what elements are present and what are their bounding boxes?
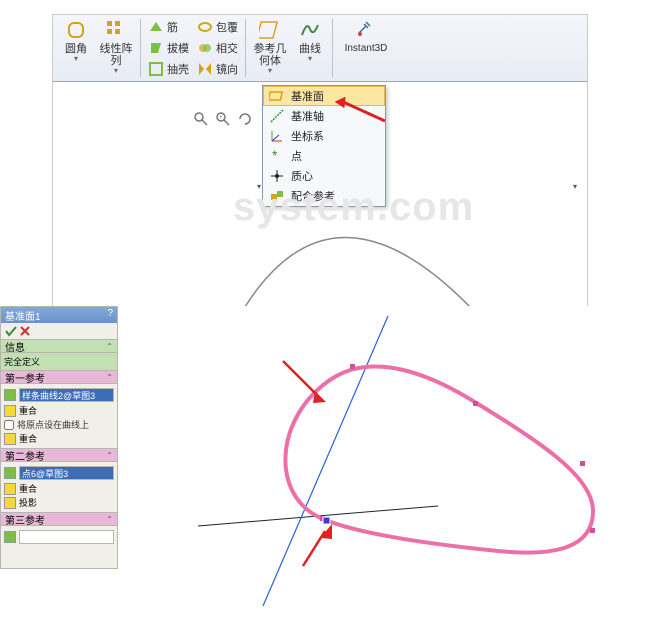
chevron-down-icon: ▾: [114, 66, 118, 75]
curves-button[interactable]: 曲线 ▾: [291, 17, 329, 63]
separator: [245, 19, 246, 77]
instant3d-label: Instant3D: [345, 43, 388, 55]
pm-ref2-body: 点6@草图3 重合 投影: [1, 462, 117, 512]
rib-label: 筋: [167, 19, 178, 35]
mirror-label: 镜向: [216, 61, 238, 77]
linear-pattern-button[interactable]: 线性阵 列 ▾: [95, 17, 137, 75]
linear-pattern-label: 线性阵 列: [100, 43, 133, 67]
watermark-text: system.com: [233, 185, 474, 230]
rib-icon: [148, 19, 164, 35]
check-label: 将原点设在曲线上: [17, 418, 89, 431]
ref-geometry-icon: [259, 19, 281, 41]
ref1-value: 样条曲线2@草图3: [22, 389, 95, 402]
wrap-label: 包覆: [216, 19, 238, 35]
ref2-value: 点6@草图3: [22, 467, 68, 480]
selection-cube-icon: [4, 389, 16, 401]
fillet-button[interactable]: 圆角 ▾: [57, 17, 95, 63]
instant3d-button[interactable]: Instant3D: [336, 17, 396, 55]
shell-label: 抽壳: [167, 61, 189, 77]
draft-icon: [148, 40, 164, 56]
intersect-icon: [197, 40, 213, 56]
graphics-area-bottom[interactable]: [118, 306, 650, 612]
ref3-field[interactable]: [19, 530, 114, 544]
selection-cube-icon: [4, 531, 16, 543]
shell-icon: [148, 61, 164, 77]
selection-cube-icon: [4, 467, 16, 479]
dd-label: 基准轴: [291, 108, 324, 124]
separator: [140, 19, 141, 77]
chevron-down-icon: ▾: [308, 54, 312, 63]
axis-icon: [269, 108, 285, 124]
pm-msg-text: 完全定义: [4, 357, 40, 367]
collapse-icon: ⌃: [106, 451, 113, 460]
pm-ref3-body: [1, 526, 117, 548]
ribbon-stack-2: 包覆 相交 镜向: [193, 17, 242, 79]
draft-button[interactable]: 拔模: [144, 38, 193, 58]
pm-head-label: 第三参考: [5, 512, 45, 527]
graphics-area-top[interactable]: system.com: [53, 135, 587, 306]
ref1-field[interactable]: 样条曲线2@草图3: [19, 388, 114, 402]
option-label: 投影: [19, 496, 37, 509]
rib-button[interactable]: 筋: [144, 17, 193, 37]
ribbon-stack-1: 筋 拔模 抽壳: [144, 17, 193, 79]
ref2-field[interactable]: 点6@草图3: [19, 466, 114, 480]
instant3d-icon: [355, 19, 377, 41]
sketch-svg: [118, 306, 650, 612]
mirror-button[interactable]: 镜向: [193, 59, 242, 79]
top-screenshot: 圆角 ▾ 线性阵 列 ▾ 筋 拔模 抽壳: [52, 14, 588, 307]
pm-ref1-head[interactable]: 第一参考 ⌃: [1, 370, 117, 384]
wrap-icon: [197, 19, 213, 35]
pm-msg-body: 完全定义: [1, 353, 117, 370]
option-icon[interactable]: [4, 497, 16, 509]
ref-geometry-button[interactable]: 参考几 何体 ▾: [249, 17, 291, 75]
ok-icon[interactable]: [5, 325, 17, 337]
property-manager: 基准面1 ? 信息 ⌃ 完全定义 第一参考 ⌃ 样条曲线2@草图3 重合 将原点…: [0, 306, 118, 569]
plane-icon: [269, 88, 285, 104]
separator: [332, 19, 333, 77]
construction-line: [263, 316, 388, 606]
option-icon[interactable]: [4, 483, 16, 495]
pm-head-label: 第一参考: [5, 370, 45, 385]
bottom-screenshot: 基准面1 ? 信息 ⌃ 完全定义 第一参考 ⌃ 样条曲线2@草图3 重合 将原点…: [0, 306, 650, 612]
callout-arrow-icon: [283, 361, 326, 403]
option-label: 重合: [19, 404, 37, 417]
option-label: 重合: [19, 482, 37, 495]
chevron-down-icon: ▾: [268, 66, 272, 75]
pm-head-label: 第二参考: [5, 448, 45, 463]
help-button[interactable]: ?: [107, 308, 113, 322]
fillet-icon: [65, 19, 87, 41]
ribbon-toolbar: 圆角 ▾ 线性阵 列 ▾ 筋 拔模 抽壳: [53, 15, 587, 82]
wrap-button[interactable]: 包覆: [193, 17, 242, 37]
linear-pattern-icon: [105, 19, 127, 41]
pm-ref2-head[interactable]: 第二参考 ⌃: [1, 448, 117, 462]
intersect-button[interactable]: 相交: [193, 38, 242, 58]
pm-ref1-body: 样条曲线2@草图3 重合 将原点设在曲线上 重合: [1, 384, 117, 448]
intersect-label: 相交: [216, 40, 238, 56]
chevron-down-icon: ▾: [74, 54, 78, 63]
collapse-icon: ⌃: [106, 373, 113, 382]
curves-icon: [299, 19, 321, 41]
selected-point[interactable]: [323, 517, 330, 524]
collapse-icon: ⌃: [106, 515, 113, 524]
option-icon[interactable]: [4, 405, 16, 417]
dd-label: 基准面: [291, 88, 324, 104]
pm-msg-head[interactable]: 信息 ⌃: [1, 339, 117, 353]
pm-title-bar: 基准面1 ?: [1, 307, 117, 323]
cancel-icon[interactable]: [19, 325, 31, 337]
option-label: 重合: [19, 432, 37, 445]
ref-geometry-label: 参考几 何体: [254, 43, 287, 67]
draft-label: 拔模: [167, 40, 189, 56]
pm-ref3-head[interactable]: 第三参考 ⌃: [1, 512, 117, 526]
callout-arrow-icon: [333, 97, 393, 127]
pm-title-text: 基准面1: [5, 308, 41, 322]
option-icon[interactable]: [4, 433, 16, 445]
callout-arrow-icon: [303, 524, 332, 566]
collapse-icon: ⌃: [106, 342, 113, 351]
origin-on-curve-check[interactable]: 将原点设在曲线上: [4, 418, 114, 431]
mirror-icon: [197, 61, 213, 77]
pm-head-label: 信息: [5, 339, 25, 354]
pm-confirm-row: [1, 323, 117, 339]
shell-button[interactable]: 抽壳: [144, 59, 193, 79]
